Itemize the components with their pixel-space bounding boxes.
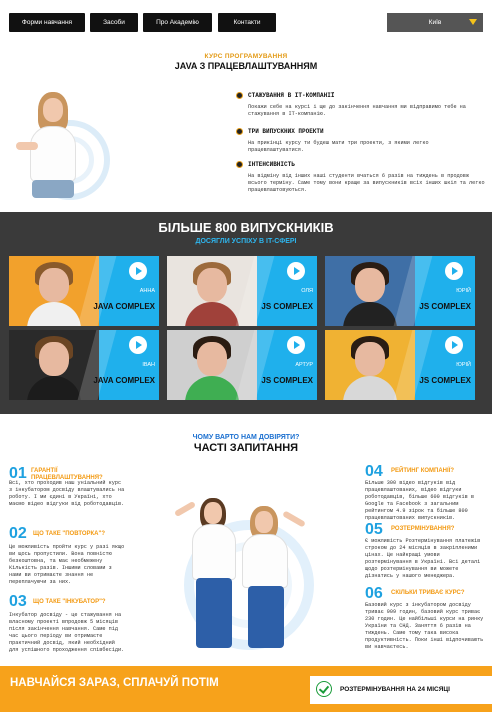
faq-answer: Більше 300 відео відгуків від працевлашт… (365, 480, 474, 521)
nav-contacts-button[interactable]: Контакти (218, 13, 276, 32)
faq-number: 02 (9, 525, 27, 542)
page: Форми навчання Засоби Про Академію Конта… (0, 0, 492, 712)
faq-item-rating: 04 РЕЙТИНГ КОМПАНІЇ? Більше 300 відео ві… (365, 464, 487, 524)
faq-answer: Є можливість Розтермінування платежів ст… (365, 538, 481, 579)
play-icon[interactable] (445, 336, 463, 354)
faq-answer: Це можливість пройти курс у разі якщо ви… (9, 544, 125, 585)
faq-number: 03 (9, 593, 27, 610)
feature-projects: ТРИ ВИПУСКНИХ ПРОЕКТИ На прикінці курсу … (236, 128, 486, 154)
faq-answer: Інкубатор досвіду - це стажування на вла… (9, 612, 125, 653)
play-icon[interactable] (129, 262, 147, 280)
play-icon[interactable] (287, 262, 305, 280)
play-icon[interactable] (287, 336, 305, 354)
graduate-name: АРТУР (295, 362, 313, 368)
installment-badge-label: РОЗТЕРМІНУВАННЯ НА 24 МІСЯЦІ (340, 686, 450, 693)
bullet-icon (236, 128, 243, 135)
bullet-icon (236, 92, 243, 99)
graduate-name: ЮРІЙ (456, 288, 471, 294)
feature-title: СТАЖУВАННЯ В IT-КОМПАНІЇ (248, 92, 335, 99)
graduate-video-card[interactable]: АННА JAVA COMPLEX (9, 256, 159, 326)
installment-badge[interactable]: РОЗТЕРМІНУВАННЯ НА 24 МІСЯЦІ (310, 676, 492, 704)
faq-number: 04 (365, 463, 383, 480)
faq-students-image (170, 486, 320, 656)
graduate-name: ЮРІЙ (456, 362, 471, 368)
feature-title: ІНТЕНСИВНІСТЬ (248, 161, 295, 168)
check-circle-icon (316, 681, 332, 697)
nav-tools-button[interactable]: Засоби (90, 13, 138, 32)
feature-text: Покажи себе на курсі і ще до закінчення … (248, 104, 466, 117)
play-icon[interactable] (445, 262, 463, 280)
feature-text: На прикінці курсу ти будеш мати три прое… (248, 140, 429, 153)
feature-text: На відміну від інших наші студенти вчать… (248, 173, 485, 193)
nav-forms-button[interactable]: Форми навчання (9, 13, 85, 32)
course-title: JAVA З ПРАЦЕВЛАШТУВАННЯМ (174, 61, 318, 71)
faq-item-guarantees: 01 ГАРАНТІЇ ПРАЦЕВЛАШТУВАННЯ? Всі, хто п… (9, 466, 127, 524)
graduate-video-card[interactable]: АРТУР JS COMPLEX (167, 330, 317, 400)
graduate-name: ОЛЯ (301, 288, 313, 294)
graduate-program: JAVA COMPLEX (93, 376, 155, 385)
graduates-section: БІЛЬШЕ 800 ВИПУСКНИКІВ ДОСЯГЛИ УСПІХУ В … (0, 212, 492, 414)
graduate-program: JS COMPLEX (261, 302, 313, 311)
faq-number: 06 (365, 585, 383, 602)
faq-subtitle: ЧОМУ ВАРТО НАМ ДОВІРЯТИ? (192, 434, 300, 441)
bullet-icon (236, 161, 243, 168)
faq-question: СКІЛЬКИ ТРИВАЄ КУРС? (391, 590, 465, 596)
faq-item-duration: 06 СКІЛЬКИ ТРИВАЄ КУРС? Базовий курс з і… (365, 586, 487, 656)
city-select-value: Київ (428, 19, 442, 26)
city-select[interactable]: Київ (387, 13, 483, 32)
chevron-down-icon (469, 19, 477, 25)
graduates-subtitle: ДОСЯГЛИ УСПІХУ В IT-СФЕРІ (195, 238, 297, 245)
graduate-program: JS COMPLEX (419, 376, 471, 385)
faq-answer: Всі, хто проходив наш уніальний курс з і… (9, 480, 125, 507)
play-icon[interactable] (129, 336, 147, 354)
faq-question: РОЗТЕРМІНУВАННЯ? (391, 526, 455, 532)
feature-title: ТРИ ВИПУСКНИХ ПРОЕКТИ (248, 128, 324, 135)
faq-question: ЩО ТАКЕ "ІНКУБАТОР"? (33, 599, 106, 605)
faq-question: РЕЙТИНГ КОМПАНІЇ? (391, 468, 454, 474)
faq-item-repeat: 02 ЩО ТАКЕ "ПОВТОРКА"? Це можливість про… (9, 526, 127, 592)
graduate-program: JS COMPLEX (419, 302, 471, 311)
faq-question: ЩО ТАКЕ "ПОВТОРКА"? (33, 531, 106, 537)
graduate-video-card[interactable]: ОЛЯ JS COMPLEX (167, 256, 317, 326)
graduate-name: ІВАН (142, 362, 155, 368)
feature-internship: СТАЖУВАННЯ В IT-КОМПАНІЇ Покажи себе на … (236, 92, 486, 118)
graduate-name: АННА (139, 288, 155, 294)
cta-headline: НАВЧАЙСЯ ЗАРАЗ, СПЛАЧУЙ ПОТІМ (10, 677, 219, 689)
faq-title: ЧАСТІ ЗАПИТАННЯ (193, 442, 299, 454)
graduate-video-card[interactable]: ЮРІЙ JS COMPLEX (325, 256, 475, 326)
faq-answer: Базовий курс з інкубатором досвіду трива… (365, 602, 484, 650)
graduate-program: JS COMPLEX (261, 376, 313, 385)
graduate-video-card[interactable]: ЮРІЙ JS COMPLEX (325, 330, 475, 400)
graduate-program: JAVA COMPLEX (93, 302, 155, 311)
feature-intensity: ІНТЕНСИВНІСТЬ На відміну від інших наші … (236, 161, 486, 194)
graduate-video-card[interactable]: ІВАН JAVA COMPLEX (9, 330, 159, 400)
faq-item-installments: 05 РОЗТЕРМІНУВАННЯ? Є можливість Розтерм… (365, 522, 487, 582)
nav-about-button[interactable]: Про Академію (143, 13, 212, 32)
faq-number: 05 (365, 521, 383, 538)
course-subtitle: КУРС ПРОГРАМУВАННЯ (204, 53, 288, 60)
faq-item-incubator: 03 ЩО ТАКЕ "ІНКУБАТОР"? Інкубатор досвід… (9, 594, 127, 660)
hero-student-image (10, 82, 110, 200)
top-navigation: Форми навчання Засоби Про Академію Конта… (0, 0, 492, 42)
graduates-title: БІЛЬШЕ 800 ВИПУСКНИКІВ (158, 220, 334, 235)
